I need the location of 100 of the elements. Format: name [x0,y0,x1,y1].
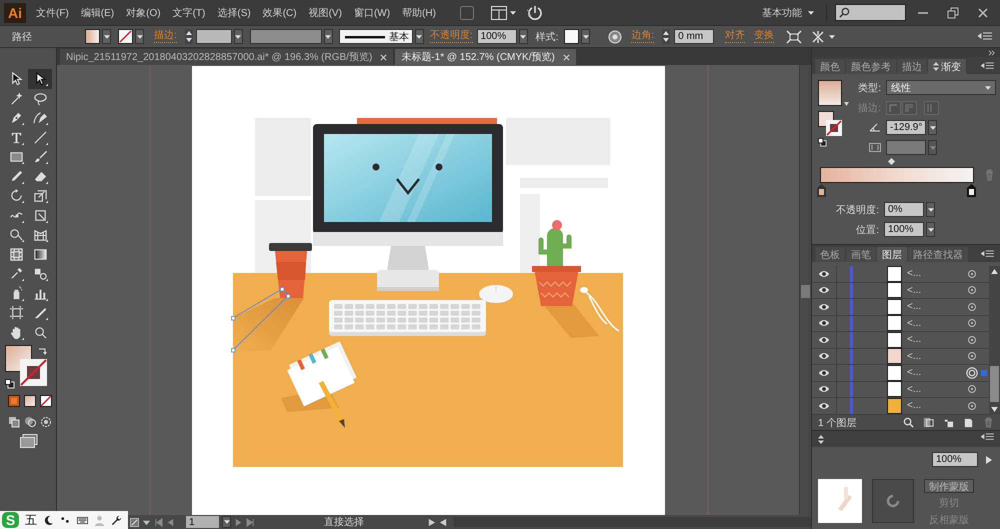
document-tab[interactable]: Nipic_21511972_20180403202828857000.ai* @ 196.3% (RGB/预览) [60,49,394,65]
fill-swatch[interactable] [85,29,100,44]
stop-opacity-dropdown[interactable] [926,202,935,217]
play-triangle-icon[interactable] [427,518,436,526]
panel-tab[interactable]: 颜色参考 [846,59,896,74]
aspect-ratio-field[interactable] [886,140,926,155]
close-icon[interactable] [562,54,570,60]
menu-item[interactable]: 文件(F) [32,2,73,22]
layer-row[interactable]: <... [812,299,989,316]
color-stop-icon[interactable] [967,184,976,197]
aspect-ratio-dropdown[interactable] [928,140,937,155]
circle-dot-icon[interactable] [608,30,622,44]
stacked-windows-icon[interactable] [20,434,38,448]
caret-icon[interactable] [844,102,849,106]
eye-icon[interactable] [818,336,830,344]
stroke-weight-dropdown[interactable] [234,29,243,44]
anchor-point[interactable] [286,294,290,298]
page-icon[interactable] [963,417,974,428]
anchor-point[interactable] [231,316,236,320]
location-dropdown[interactable] [926,222,935,237]
up-down-arrows-icon[interactable] [818,434,824,444]
layer-row[interactable]: <... [812,282,989,299]
eye-icon[interactable] [818,270,830,278]
up-down-arrows-icon[interactable] [933,62,939,71]
eye-icon[interactable] [818,368,830,377]
target-ring-icon[interactable] [966,284,978,296]
target-ring-icon[interactable] [966,334,978,346]
rounded-square-icon[interactable] [460,6,474,20]
panel-menu-icon[interactable] [981,433,994,442]
input-mode-label[interactable]: 五 [25,512,37,528]
menu-item[interactable]: 窗口(W) [350,2,394,22]
eye-icon[interactable] [818,352,830,360]
opacity-dropdown[interactable] [518,29,528,44]
power-icon[interactable] [526,4,544,20]
scroll-down-icon[interactable] [991,407,998,412]
first-page-icon[interactable] [154,518,163,526]
make-mask-button[interactable]: 制作蒙版 [924,479,974,493]
scroll-up-icon[interactable] [991,269,998,274]
layer-row[interactable]: <... [812,382,989,398]
width-profile-dropdown[interactable] [250,29,322,44]
fill-stroke-control[interactable] [818,111,842,136]
location-field[interactable]: 100% [884,222,924,237]
overlapping-circles-icon[interactable] [24,416,36,428]
isolate-dropdown[interactable] [810,30,836,44]
left-triangle-icon[interactable] [439,518,448,526]
mask-thumbnail[interactable] [872,479,914,523]
corner-link[interactable]: 边角: [631,30,654,43]
eye-icon[interactable] [818,286,830,294]
small-squares-icon[interactable] [818,138,827,147]
keyboard-icon[interactable] [77,514,88,526]
stroke-weight-field[interactable] [196,29,232,44]
search-field[interactable] [835,4,906,21]
dashed-circle-icon[interactable] [40,416,52,428]
scrollbar-thumb[interactable] [801,285,810,298]
corner-field[interactable]: 0 mm [674,29,714,44]
gradient-type-dropdown[interactable]: 线性 [886,80,996,95]
magnifier-icon[interactable] [903,417,914,428]
artwork-thumbnail[interactable] [818,479,862,523]
wrench-icon[interactable] [111,514,122,526]
close-icon[interactable] [380,54,388,60]
eye-icon[interactable] [818,319,830,328]
panel-menu-icon[interactable] [978,32,992,42]
target-ring-icon[interactable] [966,300,978,313]
layer-row[interactable]: <... [812,316,989,332]
stacked-squares-icon[interactable] [8,416,20,428]
vertical-scrollbar[interactable] [799,65,811,515]
stroke-link[interactable]: 描边: [154,30,177,43]
panel-tab[interactable]: 画笔 [846,247,876,262]
page-number-field[interactable]: 1 [186,516,219,528]
menu-item[interactable]: 文字(T) [168,2,210,22]
angle-field[interactable]: -129.9° [886,120,926,135]
target-ring-icon[interactable] [966,383,978,396]
menu-item[interactable]: 选择(S) [213,2,255,22]
eye-icon[interactable] [818,302,830,311]
layers-scrollbar[interactable] [989,266,1000,415]
square-diagonal-icon[interactable] [130,518,139,526]
fill-dropdown[interactable] [102,29,111,44]
fill-stroke-control[interactable] [5,345,48,387]
slashed-square-icon[interactable] [40,395,52,407]
target-ring-icon[interactable] [966,400,978,412]
spinner-arrows-icon[interactable] [184,29,193,44]
arrange-documents-button[interactable] [490,6,516,20]
menu-item[interactable]: 效果(C) [258,2,301,22]
previous-page-icon[interactable] [166,518,175,526]
eye-icon[interactable] [818,385,830,394]
frame-corners-icon[interactable] [786,30,802,44]
panel-menu-icon[interactable] [981,62,994,71]
panel-tab[interactable]: 色板 [815,247,845,262]
panel-menu-icon[interactable] [981,250,994,259]
last-page-icon[interactable] [246,518,255,526]
layer-row[interactable]: <... [812,266,989,282]
filled-square-icon[interactable] [8,395,20,407]
menu-item[interactable]: 视图(V) [304,2,346,22]
panel-tab[interactable]: 路径查找器 [908,247,968,262]
direct-selection-tool[interactable] [28,69,52,88]
crescent-moon-icon[interactable] [43,514,54,526]
style-swatch[interactable] [564,29,580,44]
width-profile-caret[interactable] [324,29,333,44]
scrollbar-thumb[interactable] [990,366,999,402]
transform-link[interactable]: 变换 [754,30,774,43]
